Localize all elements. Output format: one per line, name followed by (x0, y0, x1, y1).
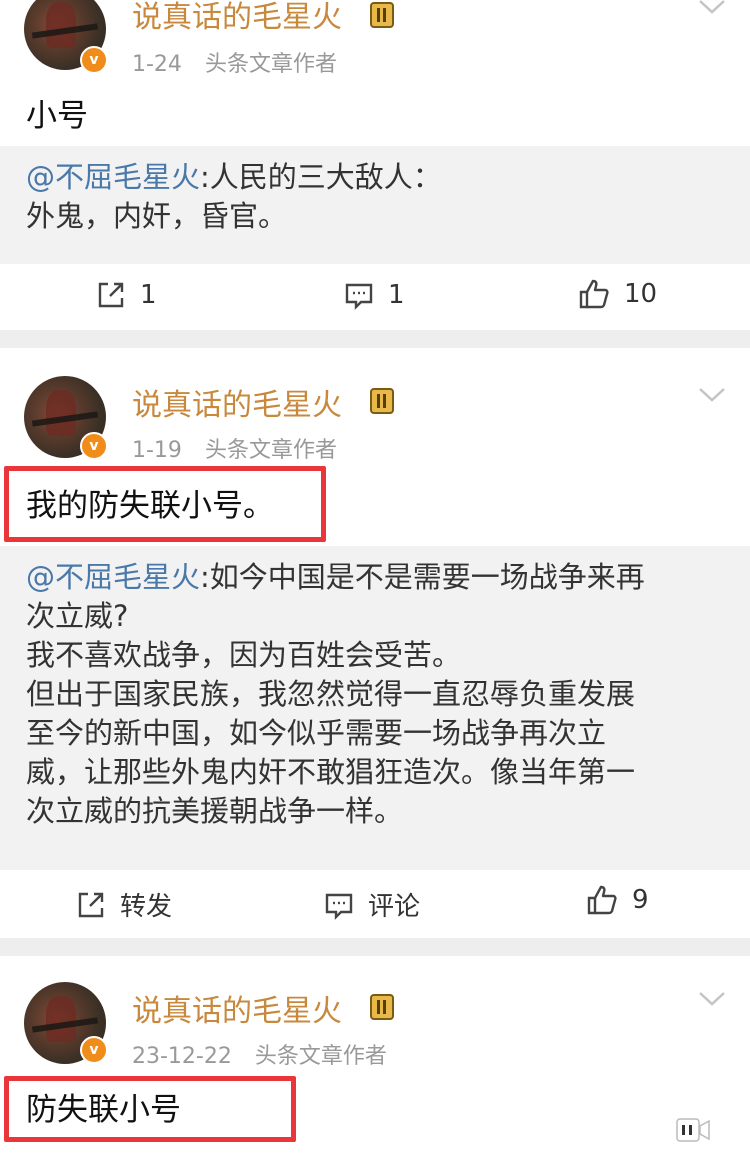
verified-v-icon: v (80, 432, 108, 460)
highlight-box (4, 1076, 296, 1142)
quoted-post[interactable]: @不屈毛星火:如今中国是不是需要一场战争来再 次立威? 我不喜欢战争，因为百姓会… (0, 546, 750, 870)
quote-line: @不屈毛星火:人民的三大敌人： (26, 160, 442, 194)
level-badge-icon (370, 2, 394, 28)
chevron-down-icon[interactable] (698, 386, 726, 404)
comment-button[interactable]: 评论 (324, 886, 420, 923)
post-1: v 说真话的毛星火 1-24 头条文章作者 小号 @不屈毛星火:人民的三大敌人：… (0, 0, 750, 330)
post-3: v 说真话的毛星火 23-12-22 头条文章作者 防失联小号 (0, 956, 750, 1154)
post-date: 1-24 (132, 52, 182, 77)
quote-line: 次立威的抗美援朝战争一样。 (26, 794, 404, 828)
like-button[interactable]: 10 (578, 278, 657, 310)
comment-label: 评论 (368, 892, 421, 922)
comment-icon (345, 283, 373, 310)
thumbs-up-icon (579, 279, 609, 309)
post-2: v 说真话的毛星火 1-19 头条文章作者 我的防失联小号。 @不屈毛星火:如今… (0, 348, 750, 938)
quote-line: @不屈毛星火:如今中国是不是需要一场战争来再 (26, 560, 645, 594)
like-button[interactable]: 9 (586, 884, 649, 916)
quote-line: 但出于国家民族，我忽然觉得一直忍辱负重发展 (26, 677, 636, 711)
thumbs-up-icon (587, 885, 617, 915)
post-meta: 1-19 头条文章作者 (132, 432, 337, 464)
quote-line: 至今的新中国，如今似乎需要一场战争再次立 (26, 716, 607, 750)
share-icon (98, 282, 124, 308)
post-date: 1-19 (132, 438, 182, 463)
action-bar: 1 1 10 (0, 266, 750, 326)
quote-line: 我不喜欢战争，因为百姓会受苦。 (26, 638, 462, 672)
mention-link[interactable]: @不屈毛星火 (26, 160, 200, 194)
post-separator (0, 938, 750, 956)
comment-count: 1 (388, 280, 405, 310)
chevron-down-icon[interactable] (698, 990, 726, 1008)
quote-line: 次立威? (26, 599, 129, 633)
author-role: 头条文章作者 (204, 52, 337, 77)
like-count: 9 (632, 885, 649, 915)
quote-line: 外鬼，内奸，昏官。 (26, 199, 288, 233)
post-meta: 23-12-22 头条文章作者 (132, 1038, 387, 1070)
post-date: 23-12-22 (132, 1044, 232, 1069)
share-button[interactable]: 转发 (76, 886, 172, 923)
mention-link[interactable]: @不屈毛星火 (26, 560, 200, 594)
share-label: 转发 (120, 892, 173, 922)
quote-line: 威，让那些外鬼内奸不敢猖狂造次。像当年第一 (26, 755, 636, 789)
level-badge-icon (370, 994, 394, 1020)
level-badge-icon (370, 388, 394, 414)
verified-v-icon: v (80, 1036, 108, 1064)
share-icon (78, 892, 104, 917)
author-role: 头条文章作者 (204, 438, 337, 463)
post-text: 小号 (26, 98, 88, 134)
username[interactable]: 说真话的毛星火 (132, 0, 342, 36)
username[interactable]: 说真话的毛星火 (132, 986, 342, 1030)
highlight-box (4, 466, 326, 542)
post-meta: 1-24 头条文章作者 (132, 46, 337, 78)
verified-v-icon: v (80, 46, 108, 74)
comment-icon (325, 893, 353, 920)
like-count: 10 (624, 279, 658, 309)
share-count: 1 (140, 280, 157, 310)
post-separator (0, 330, 750, 348)
share-button[interactable]: 1 (96, 280, 157, 310)
author-role: 头条文章作者 (254, 1044, 387, 1069)
chevron-down-icon[interactable] (698, 0, 726, 16)
username[interactable]: 说真话的毛星火 (132, 380, 342, 424)
quoted-post[interactable]: @不屈毛星火:人民的三大敌人： 外鬼，内奸，昏官。 (0, 146, 750, 264)
action-bar: 转发 评论 9 (0, 872, 750, 932)
video-icon (676, 1118, 710, 1142)
comment-button[interactable]: 1 (344, 280, 405, 310)
